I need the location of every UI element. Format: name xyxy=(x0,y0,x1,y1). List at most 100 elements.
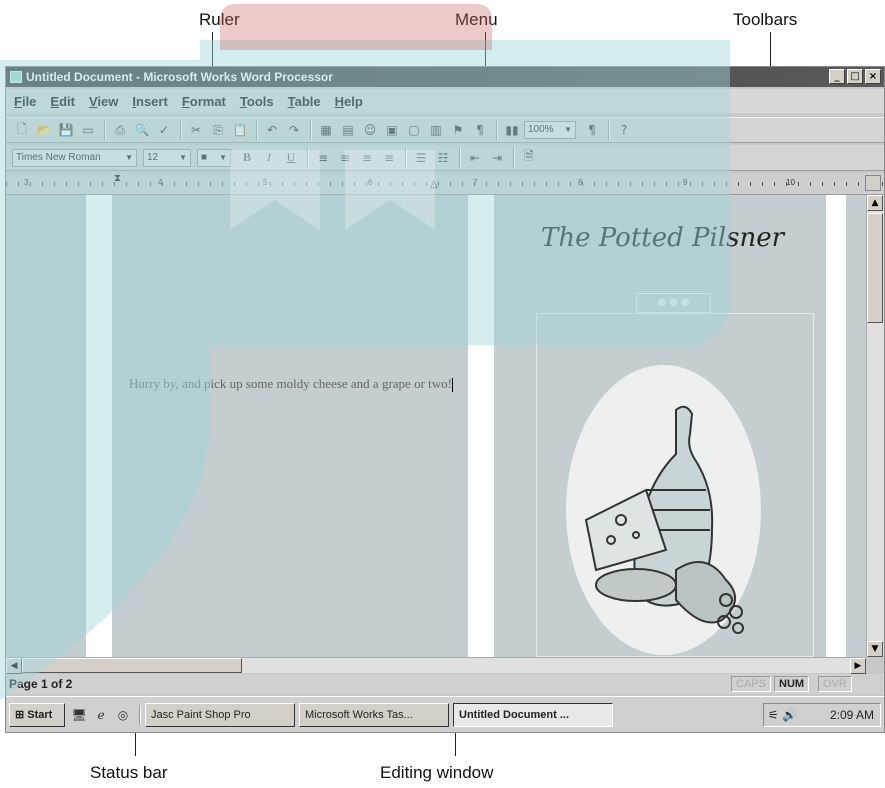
ruler-label: 6 xyxy=(368,178,373,187)
decrease-indent-icon[interactable]: ⇤ xyxy=(465,148,485,168)
document-text-content: Hurry by, and pick up some moldy cheese … xyxy=(129,376,452,391)
spelling-icon[interactable]: ✓ xyxy=(154,120,174,140)
left-indent-marker-icon[interactable]: ⧗ xyxy=(114,173,121,184)
increase-indent-icon[interactable]: ⇥ xyxy=(487,148,507,168)
editing-window[interactable]: The Potted Pilsner ● ● ● Hurry by, and p… xyxy=(6,195,866,657)
standard-toolbar: 🗋 📂 💾 ▭ ⎙ 🔍 ✓ ✂ ⎘ 📋 ↶ ↷ ▦ ▤ ☺ ▣ ▢ ▥ ⚑ ¶ xyxy=(6,117,884,143)
menu-file[interactable]: File xyxy=(14,94,36,109)
italic-button[interactable]: I xyxy=(259,148,279,168)
insert-table-icon[interactable]: ▤ xyxy=(338,120,358,140)
num-indicator: NUM xyxy=(774,676,810,692)
cut-icon[interactable]: ✂ xyxy=(186,120,206,140)
title-bar[interactable]: Untitled Document - Microsoft Works Word… xyxy=(6,67,884,87)
help-icon[interactable]: ? xyxy=(614,120,634,140)
insert-spreadsheet-icon[interactable]: ▥ xyxy=(426,120,446,140)
undo-icon[interactable]: ↶ xyxy=(262,120,282,140)
start-button[interactable]: ⊞ Start xyxy=(9,702,65,727)
menu-tools[interactable]: Tools xyxy=(240,94,274,109)
window-title: Untitled Document - Microsoft Works Word… xyxy=(26,70,333,84)
ruler-label: 3 xyxy=(24,178,29,187)
callout-menu: Menu xyxy=(455,10,498,29)
menu-edit[interactable]: Edit xyxy=(50,94,75,109)
chevron-down-icon: ▼ xyxy=(219,152,227,162)
font-name-value: Times New Roman xyxy=(16,151,101,163)
font-name-select[interactable]: Times New Roman ▼ xyxy=(12,148,137,167)
copy-icon[interactable]: ⎘ xyxy=(208,120,228,140)
print-preview-icon[interactable]: 🔍 xyxy=(132,120,152,140)
ruler[interactable]: 3 4 5 6 7 8 9 10 ⧗ △ xyxy=(6,173,884,195)
bullets-icon[interactable]: ☰ xyxy=(411,148,431,168)
vertical-scrollbar[interactable]: ▲ ▼ xyxy=(866,195,884,657)
toolbar-separator xyxy=(310,120,312,140)
maximize-button[interactable]: □ xyxy=(847,69,863,84)
print-icon[interactable]: ⎙ xyxy=(110,120,130,140)
menu-format[interactable]: Format xyxy=(182,94,226,109)
app-icon[interactable] xyxy=(10,71,22,83)
toolbar-separator xyxy=(496,120,498,140)
windows-taskbar: ⊞ Start 🖥 ℯ ◎ Jasc Paint Shop Pro Micros… xyxy=(6,696,884,732)
menu-table[interactable]: Table xyxy=(288,94,321,109)
insert-page-icon[interactable]: 🗎 xyxy=(519,148,539,168)
show-desktop-icon[interactable]: 🖥 xyxy=(69,705,89,725)
menu-insert[interactable]: Insert xyxy=(132,94,167,109)
insert-clipart-icon[interactable]: ☺ xyxy=(360,120,380,140)
document-body-text[interactable]: Hurry by, and pick up some moldy cheese … xyxy=(121,375,461,393)
decorative-dots: ● ● ● xyxy=(636,293,711,313)
minimize-button[interactable]: _ xyxy=(829,69,845,84)
show-all-characters-icon[interactable]: ¶ xyxy=(582,120,602,140)
horizontal-scroll-thumb[interactable] xyxy=(22,658,242,673)
color-swatch-icon: ■ xyxy=(201,151,208,163)
columns-icon[interactable]: ▮▮ xyxy=(502,120,522,140)
task-paint-shop-pro[interactable]: Jasc Paint Shop Pro xyxy=(145,702,295,727)
vertical-scroll-thumb[interactable] xyxy=(867,213,883,323)
works-word-processor-window: Untitled Document - Microsoft Works Word… xyxy=(5,66,885,733)
align-center-icon[interactable]: ≡ xyxy=(335,148,355,168)
menu-view[interactable]: View xyxy=(89,94,118,109)
close-button[interactable]: × xyxy=(865,69,881,84)
horizontal-scrollbar[interactable]: ◀ ▶ xyxy=(6,657,866,674)
scroll-left-icon[interactable]: ◀ xyxy=(6,658,22,674)
ruler-label: 10 xyxy=(786,178,795,187)
insert-drawing-icon[interactable]: ▢ xyxy=(404,120,424,140)
toolbar-separator xyxy=(405,147,407,168)
ruler-end-button[interactable] xyxy=(865,175,881,191)
justify-icon[interactable]: ≡ xyxy=(379,148,399,168)
task-launcher-icon[interactable]: ⚑ xyxy=(448,120,468,140)
insert-picture-icon[interactable]: ▣ xyxy=(382,120,402,140)
save-icon[interactable]: 💾 xyxy=(56,120,76,140)
paragraph-mark-toggle-icon[interactable]: ¶ xyxy=(470,120,490,140)
ruler-label: 7 xyxy=(473,178,478,187)
menu-help[interactable]: Help xyxy=(335,94,363,109)
redo-icon[interactable]: ↷ xyxy=(284,120,304,140)
scroll-up-icon[interactable]: ▲ xyxy=(867,195,883,211)
text-cursor xyxy=(451,378,453,393)
formatting-toolbar: Times New Roman ▼ 12 ▼ ■ ▼ B I U ≡ ≡ ≡ ≡ ☰ … xyxy=(6,145,884,171)
zoom-select[interactable]: 100% ▼ xyxy=(524,121,576,139)
paste-icon[interactable]: 📋 xyxy=(230,120,250,140)
toolbar-separator xyxy=(608,120,610,140)
channels-icon[interactable]: ◎ xyxy=(113,705,133,725)
caps-indicator: CAPS xyxy=(731,676,771,692)
browser-icon[interactable]: ℯ xyxy=(91,705,111,725)
align-right-icon[interactable]: ≡ xyxy=(357,148,377,168)
insert-chart-icon[interactable]: ▦ xyxy=(316,120,336,140)
bold-button[interactable]: B xyxy=(237,148,257,168)
page-indicator: Page 1 of 2 xyxy=(9,677,73,691)
address-book-icon[interactable]: ▭ xyxy=(78,120,98,140)
open-icon[interactable]: 📂 xyxy=(34,120,54,140)
task-works-task-launcher[interactable]: Microsoft Works Tas... xyxy=(299,702,449,727)
cheese-wine-clipart-icon[interactable] xyxy=(576,400,756,640)
font-color-select[interactable]: ■ ▼ xyxy=(197,148,231,167)
tray-icons[interactable]: ⚟ 🔊 xyxy=(764,704,797,726)
task-untitled-document[interactable]: Untitled Document ... xyxy=(453,702,613,727)
numbering-icon[interactable]: ☷ xyxy=(433,148,453,168)
new-document-icon[interactable]: 🗋 xyxy=(12,120,32,140)
page-margin-left xyxy=(86,195,112,657)
align-left-icon[interactable]: ≡ xyxy=(313,148,333,168)
zoom-value: 100% xyxy=(528,124,554,135)
underline-button[interactable]: U xyxy=(281,148,301,168)
scroll-right-icon[interactable]: ▶ xyxy=(850,658,866,674)
scroll-down-icon[interactable]: ▼ xyxy=(867,641,883,657)
right-indent-marker-icon[interactable]: △ xyxy=(430,179,438,190)
font-size-select[interactable]: 12 ▼ xyxy=(143,148,191,167)
